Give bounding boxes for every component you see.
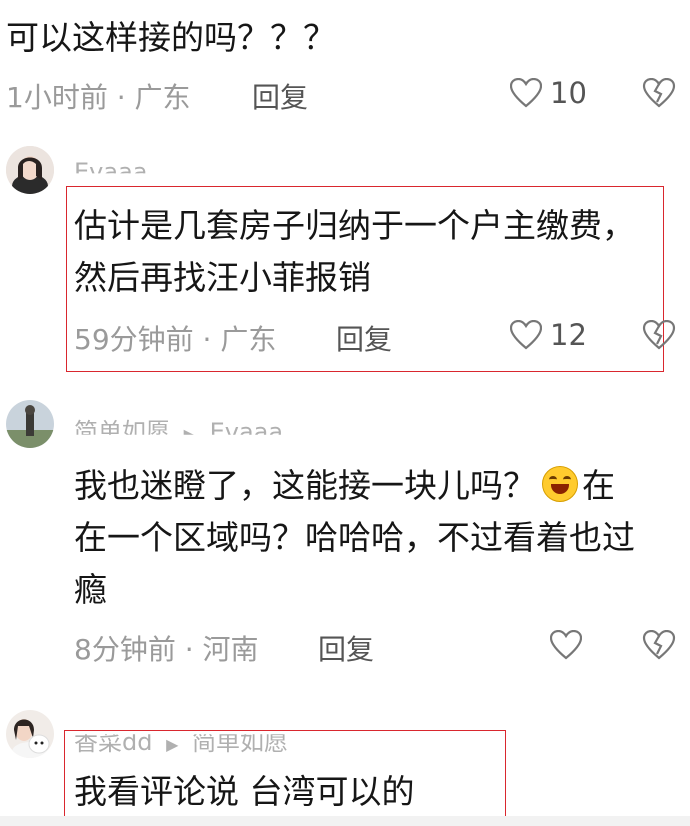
reply-arrow-icon: ▶ <box>183 425 196 444</box>
reply-to-username: Evaaa <box>209 418 284 446</box>
broken-heart-icon <box>642 77 676 108</box>
comment-meta: 59分钟前 · 广东 <box>74 323 277 356</box>
reply-button[interactable]: 回复 <box>252 76 308 116</box>
username-text: 简单如愿 <box>74 418 170 446</box>
avatar[interactable] <box>6 146 54 194</box>
comment-text-line: 然后再找汪小菲报销 <box>74 258 371 297</box>
comment-text-line: 瘾 <box>74 570 107 609</box>
dislike-button[interactable] <box>642 77 676 112</box>
avatar[interactable] <box>6 400 54 448</box>
comment-text-line: 我也迷瞪了，这能接一块儿吗？ 在 <box>74 460 615 512</box>
bottom-divider <box>0 816 690 826</box>
broken-heart-icon <box>642 319 676 350</box>
comment-meta: 8分钟前 · 河南 <box>74 633 259 666</box>
comment-text: 可以这样接的吗？？？ <box>6 18 336 57</box>
comment-text-segment: 我也迷瞪了，这能接一块儿吗？ <box>74 466 536 505</box>
avatar[interactable] <box>6 710 54 758</box>
comment-text-segment: 在 <box>582 466 615 505</box>
broken-heart-icon <box>642 629 676 660</box>
like-button[interactable] <box>509 319 543 354</box>
dislike-button[interactable] <box>642 629 676 664</box>
comment-meta: 1小时前 · 广东 <box>6 81 191 114</box>
username[interactable]: 香菜dd ▶ 简单如愿 <box>74 734 288 757</box>
like-count: 12 <box>550 318 587 352</box>
comment-text: 我看评论说 台湾可以的 <box>74 772 415 811</box>
username[interactable]: 简单如愿 ▶ Evaaa <box>74 412 284 446</box>
comment-text-line: 在一个区域吗？哈哈哈，不过看着也过 <box>74 518 635 557</box>
reply-button[interactable]: 回复 <box>318 628 374 668</box>
reply-arrow-icon: ▶ <box>166 735 179 754</box>
like-count: 10 <box>550 76 587 110</box>
heart-icon <box>549 629 583 660</box>
heart-icon <box>509 77 543 108</box>
dislike-button[interactable] <box>642 319 676 354</box>
heart-icon <box>509 319 543 350</box>
laughing-crying-emoji-icon <box>542 466 578 502</box>
like-button[interactable] <box>549 629 583 664</box>
reply-button[interactable]: 回复 <box>336 318 392 358</box>
username[interactable]: Evaaa <box>74 158 148 173</box>
like-button[interactable] <box>509 77 543 112</box>
comment-text-line: 估计是几套房子归纳于一个户主缴费， <box>74 206 635 245</box>
